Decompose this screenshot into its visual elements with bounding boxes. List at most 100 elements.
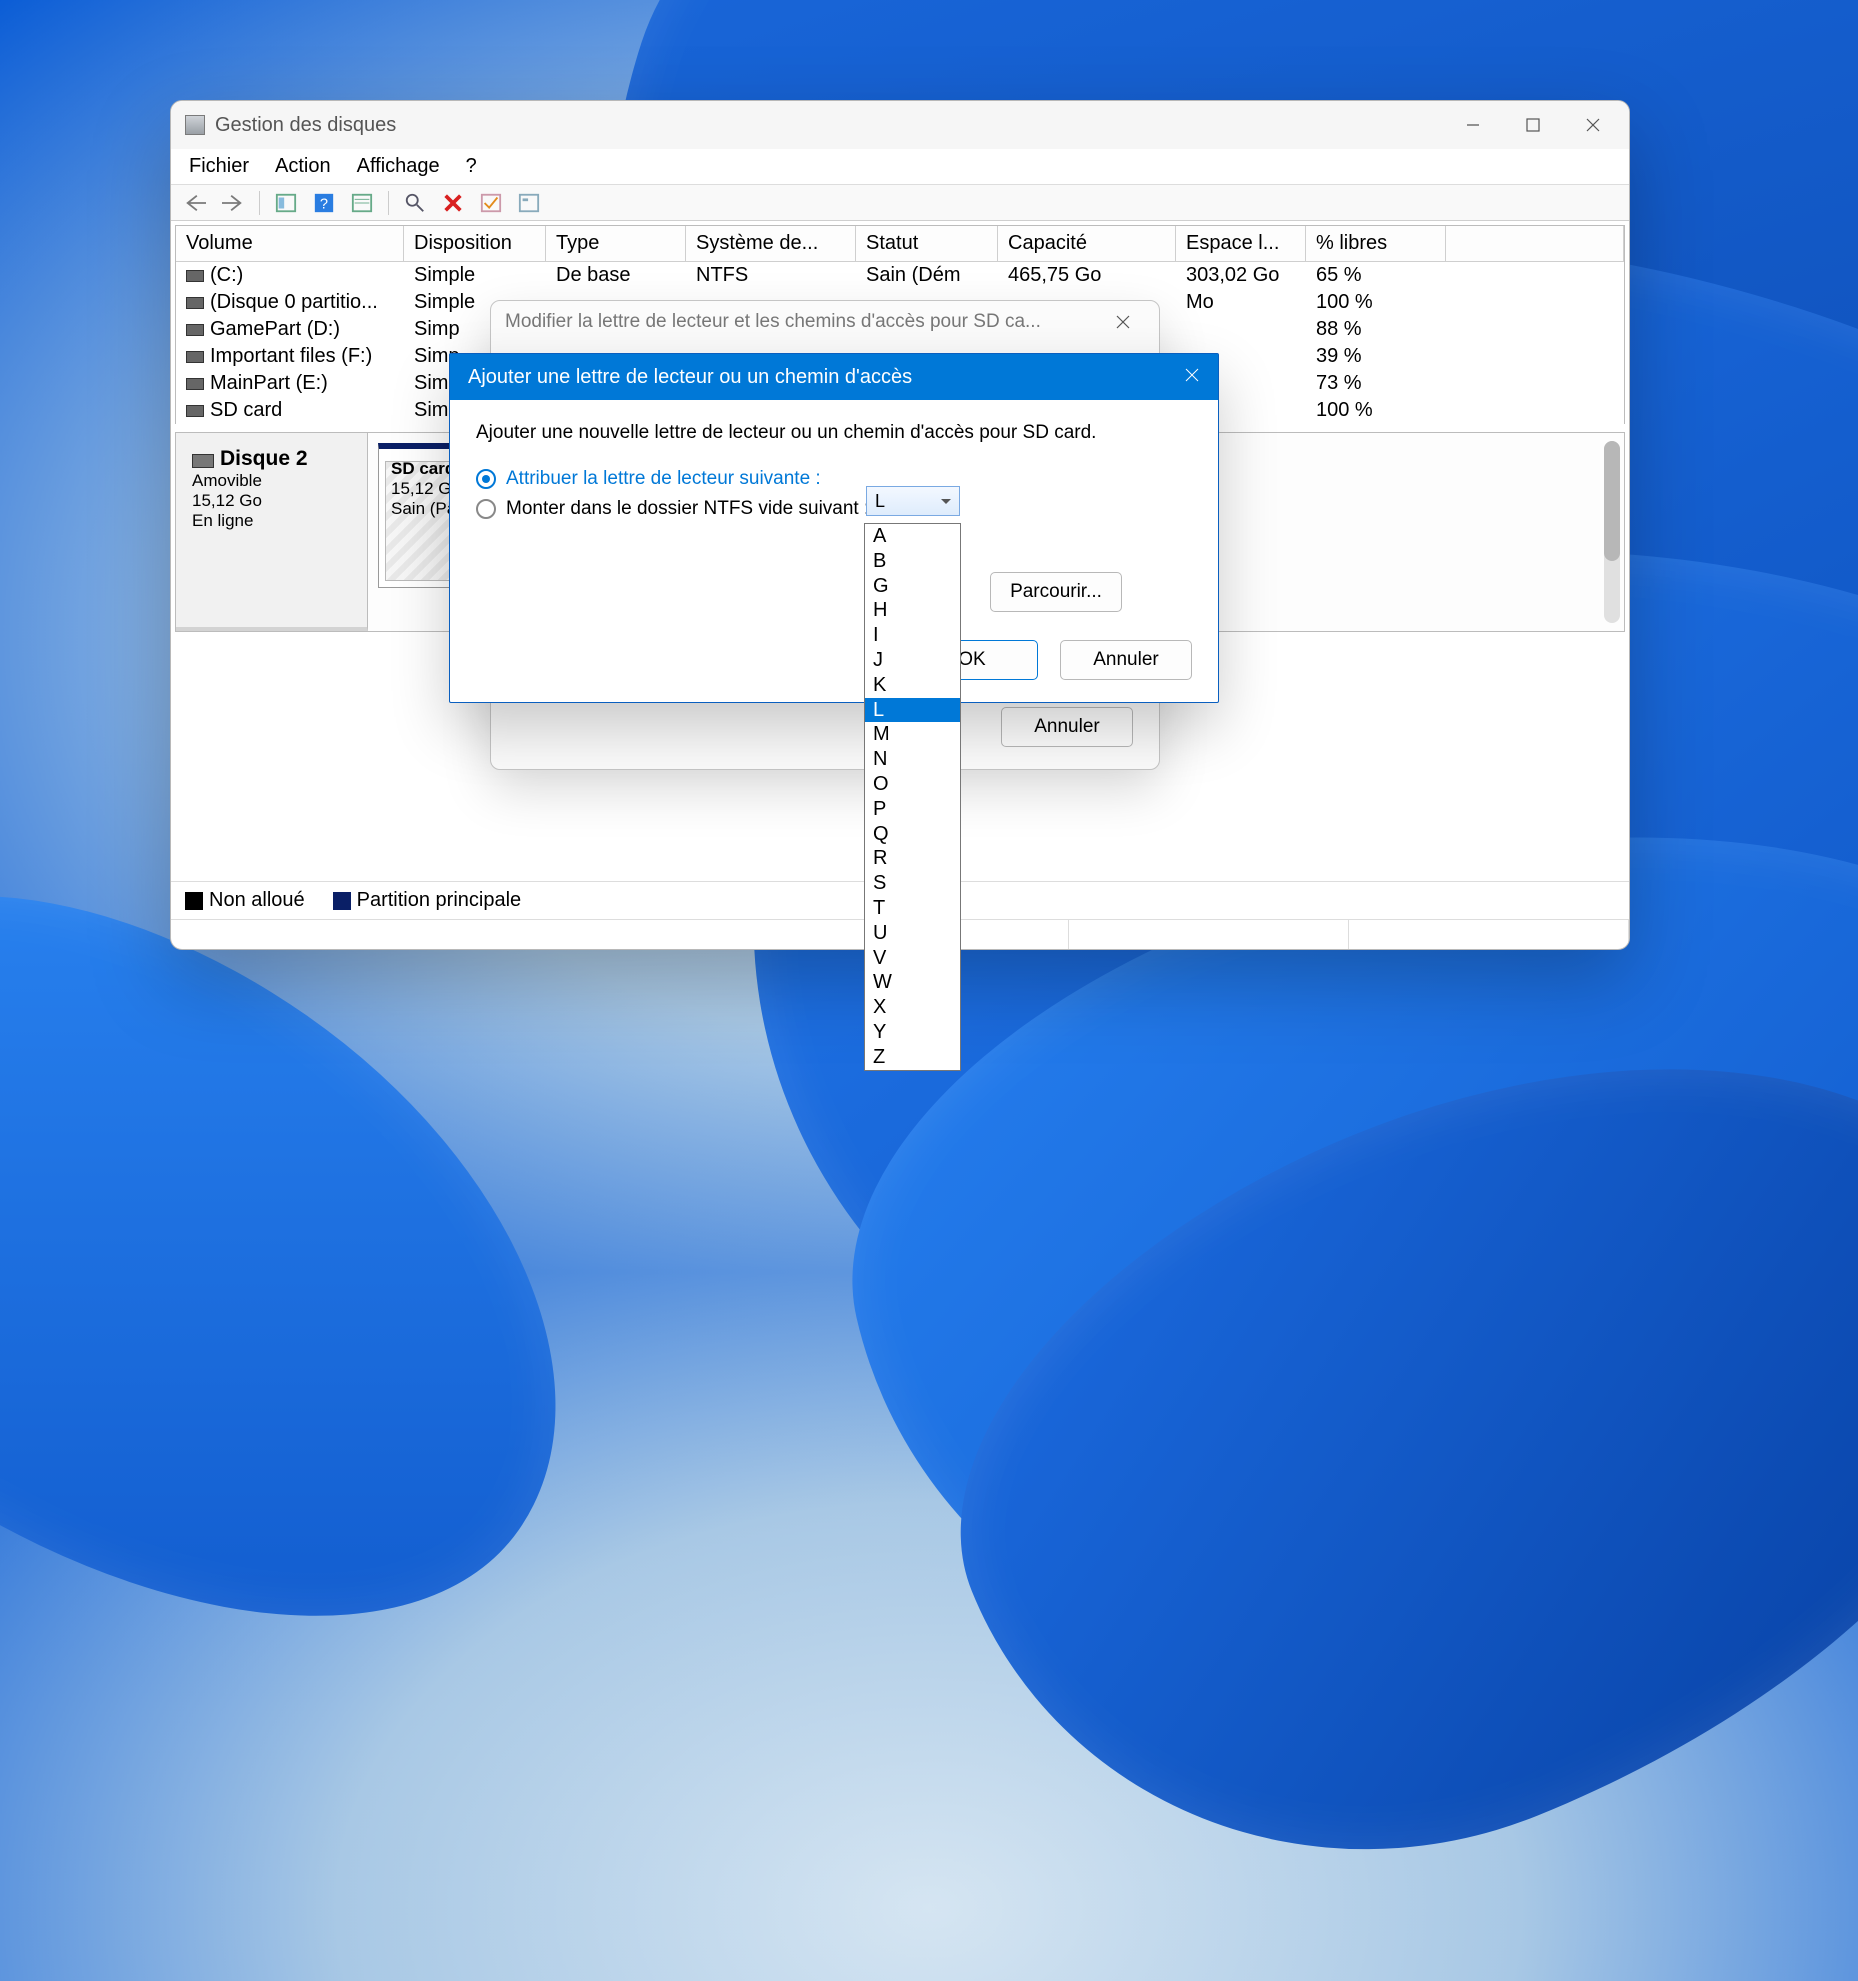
radio-assign-letter[interactable]: Attribuer la lettre de lecteur suivante … [476,468,1192,490]
disk-removable: Amovible [192,471,351,491]
toolbar-list-icon[interactable] [348,191,376,215]
table-cell [1176,316,1306,343]
toolbar-panel-icon[interactable] [272,191,300,215]
toolbar: ? [171,185,1629,221]
help-icon[interactable]: ? [310,191,338,215]
col-disposition[interactable]: Disposition [404,226,546,262]
dropdown-option[interactable]: G [865,574,960,599]
table-cell: 303,02 Go [1176,262,1306,289]
dropdown-option[interactable]: O [865,772,960,797]
table-cell: 39 % [1306,343,1446,370]
table-header-row: Volume Disposition Type Système de... St… [176,226,1624,262]
legend-swatch-unallocated [185,892,203,910]
dropdown-option[interactable]: V [865,946,960,971]
dropdown-option[interactable]: P [865,797,960,822]
radio-mount-folder-label: Monter dans le dossier NTFS vide suivant… [506,498,869,520]
dropdown-option[interactable]: L [865,698,960,723]
dropdown-option[interactable]: A [865,524,960,549]
disk-summary[interactable]: Disque 2 Amovible 15,12 Go En ligne [176,433,368,631]
refresh-icon[interactable] [401,191,429,215]
table-cell: 73 % [1306,370,1446,397]
table-cell: De base [546,262,686,289]
table-cell: Simple [404,262,546,289]
dialog-title: Ajouter une lettre de lecteur ou un chem… [468,366,912,389]
close-button[interactable] [1563,105,1623,145]
dialog2-cancel-button[interactable]: Annuler [1001,707,1133,747]
scrollbar[interactable] [1604,441,1620,623]
legend-primary: Partition principale [357,889,522,911]
dropdown-option[interactable]: I [865,623,960,648]
dropdown-option[interactable]: K [865,673,960,698]
volume-icon [186,297,204,309]
toolbar-props-icon[interactable] [515,191,543,215]
table-cell: MainPart (E:) [176,370,404,397]
maximize-button[interactable] [1503,105,1563,145]
forward-button[interactable] [219,191,247,215]
drive-letter-value: L [875,491,885,512]
titlebar[interactable]: Gestion des disques [171,101,1629,149]
col-blank [1446,226,1624,262]
radio-mount-folder-button[interactable] [476,499,496,519]
legend-unallocated: Non alloué [209,889,305,911]
volume-icon [186,405,204,417]
dialog2-title: Modifier la lettre de lecteur et les che… [505,311,1093,333]
col-volume[interactable]: Volume [176,226,404,262]
dropdown-option[interactable]: X [865,995,960,1020]
table-cell: SD card [176,397,404,424]
window-title: Gestion des disques [215,114,1443,137]
dropdown-option[interactable]: R [865,846,960,871]
dropdown-option[interactable]: Q [865,822,960,847]
scrollbar-thumb[interactable] [1604,441,1620,561]
dropdown-option[interactable]: B [865,549,960,574]
radio-assign-letter-label: Attribuer la lettre de lecteur suivante … [506,468,821,490]
dialog-close-button[interactable] [1184,366,1200,389]
dropdown-option[interactable]: M [865,722,960,747]
col-capacity[interactable]: Capacité [998,226,1176,262]
radio-assign-letter-button[interactable] [476,469,496,489]
table-cell: Mo [1176,289,1306,316]
cancel-button[interactable]: Annuler [1060,640,1192,680]
disk-icon [192,454,214,468]
col-status[interactable]: Statut [856,226,998,262]
legend-swatch-primary [333,892,351,910]
volume-icon [186,378,204,390]
col-pct[interactable]: % libres [1306,226,1446,262]
dropdown-option[interactable]: N [865,747,960,772]
volume-icon [186,270,204,282]
browse-button[interactable]: Parcourir... [990,572,1122,612]
dropdown-option[interactable]: Y [865,1020,960,1045]
menu-help[interactable]: ? [466,155,477,178]
back-button[interactable] [181,191,209,215]
dropdown-option[interactable]: Z [865,1045,960,1070]
dropdown-option[interactable]: S [865,871,960,896]
menu-file[interactable]: Fichier [189,155,249,178]
toolbar-check-icon[interactable] [477,191,505,215]
dialog2-close-button[interactable] [1093,302,1153,342]
col-free[interactable]: Espace l... [1176,226,1306,262]
dropdown-option[interactable]: H [865,598,960,623]
radio-mount-folder[interactable]: Monter dans le dossier NTFS vide suivant… [476,498,1192,520]
add-drive-letter-dialog: Ajouter une lettre de lecteur ou un chem… [449,353,1219,703]
menu-view[interactable]: Affichage [357,155,440,178]
delete-icon[interactable] [439,191,467,215]
volume-icon [186,351,204,363]
drive-letter-select[interactable]: L [866,486,960,516]
table-cell: NTFS [686,262,856,289]
dropdown-option[interactable]: T [865,896,960,921]
svg-text:?: ? [320,196,328,212]
drive-letter-dropdown[interactable]: ABGHIJKLMNOPQRSTUVWXYZ [864,523,961,1071]
dropdown-option[interactable]: J [865,648,960,673]
menubar: Fichier Action Affichage ? [171,149,1629,185]
table-cell: GamePart (D:) [176,316,404,343]
col-filesystem[interactable]: Système de... [686,226,856,262]
table-cell: 65 % [1306,262,1446,289]
minimize-button[interactable] [1443,105,1503,145]
dropdown-option[interactable]: U [865,921,960,946]
col-type[interactable]: Type [546,226,686,262]
dropdown-option[interactable]: W [865,970,960,995]
table-row[interactable]: (C:)SimpleDe baseNTFSSain (Dém465,75 Go3… [176,262,1624,289]
table-cell: 88 % [1306,316,1446,343]
volume-icon [186,324,204,336]
menu-action[interactable]: Action [275,155,331,178]
table-cell: Sain (Dém [856,262,998,289]
